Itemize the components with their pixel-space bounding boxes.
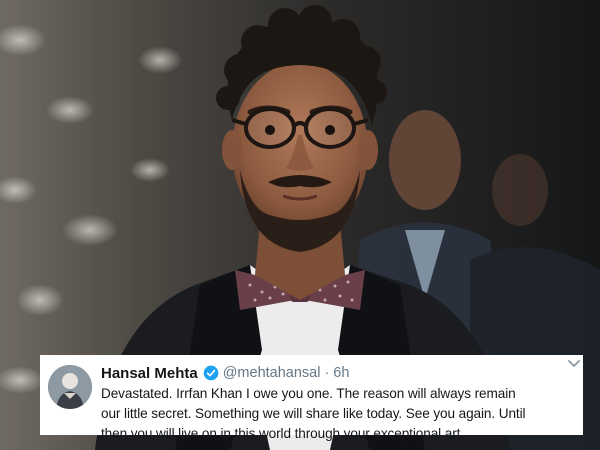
tweet-timestamp[interactable]: 6h xyxy=(333,365,349,381)
tweet-text-line: our little secret. Something we will sha… xyxy=(101,406,526,421)
tweet-card: Hansal Mehta @mehtahansal · 6h Devastate… xyxy=(40,355,583,441)
author-handle[interactable]: @mehtahansal xyxy=(223,365,321,381)
avatar[interactable] xyxy=(48,365,92,409)
tweet-text: Devastated. Irrfan Khan I owe you one. T… xyxy=(101,384,579,444)
image-canvas: Hansal Mehta @mehtahansal · 6h Devastate… xyxy=(0,0,600,450)
tweet-text-line: Devastated. Irrfan Khan I owe you one. T… xyxy=(101,386,516,401)
separator-dot: · xyxy=(324,365,330,381)
tweet-header: Hansal Mehta @mehtahansal · 6h xyxy=(101,363,573,383)
author-name[interactable]: Hansal Mehta xyxy=(101,365,198,382)
tweet-text-line: then you will live on in this world thro… xyxy=(101,426,464,441)
chevron-down-icon[interactable] xyxy=(567,359,581,369)
verified-badge-icon xyxy=(203,365,219,381)
